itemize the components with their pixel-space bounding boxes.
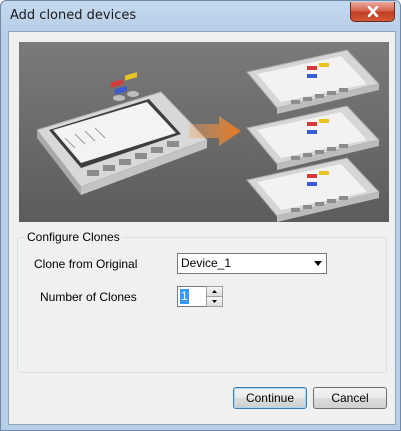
chevron-down-icon [314,261,322,266]
spin-buttons [206,286,223,307]
clone-illustration [19,42,389,222]
continue-button[interactable]: Continue [233,387,307,409]
title-bar[interactable]: Add cloned devices [1,1,400,31]
dropdown-button[interactable] [310,254,326,273]
group-title: Configure Clones [25,230,122,244]
configure-clones-group: Configure Clones Clone from Original Dev… [17,230,387,373]
number-of-clones-stepper[interactable]: 1 [177,286,223,307]
number-of-clones-value: 1 [180,289,189,304]
spin-down-button[interactable] [206,296,223,307]
clone-from-dropdown[interactable]: Device_1 [177,253,327,274]
dialog-body: Configure Clones Clone from Original Dev… [8,31,396,425]
close-icon [367,6,378,17]
number-of-clones-input[interactable]: 1 [177,286,207,307]
arrow-down-icon [212,300,217,303]
arrow-up-icon [212,290,217,293]
clone-from-value: Device_1 [181,256,232,270]
close-button[interactable] [350,2,395,22]
window-title: Add cloned devices [10,8,137,23]
cancel-button[interactable]: Cancel [313,387,387,409]
dialog-window: Add cloned devices Configure Clones Clon… [0,0,401,431]
clone-from-label: Clone from Original [34,257,138,271]
cloned-devices-graphic [246,49,380,222]
number-of-clones-label: Number of Clones [40,290,137,304]
